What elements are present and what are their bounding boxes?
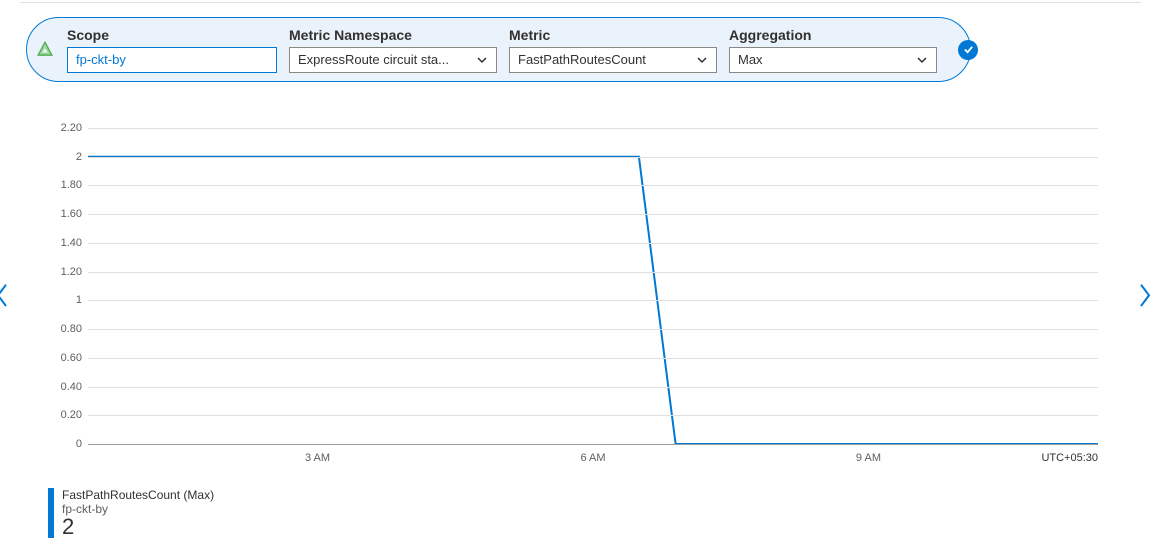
y-axis-tick: 0.80 bbox=[48, 323, 82, 335]
gridline bbox=[88, 387, 1098, 388]
scope-value: fp-ckt-by bbox=[76, 52, 126, 67]
top-divider bbox=[20, 2, 1141, 3]
prev-time-range-button[interactable] bbox=[0, 282, 10, 306]
next-time-range-button[interactable] bbox=[1137, 282, 1153, 306]
y-axis-tick: 1.60 bbox=[48, 208, 82, 220]
timezone-label: UTC+05:30 bbox=[1041, 452, 1098, 464]
chart-series-svg bbox=[88, 128, 1098, 444]
aggregation-value: Max bbox=[738, 52, 763, 67]
metric-chart: UTC+05:30 0 0.20 0.40 0.60 0.80 1 1.20 1.40 1.60… bbox=[48, 128, 1098, 464]
y-axis-tick: 0.40 bbox=[48, 381, 82, 393]
gridline bbox=[88, 157, 1098, 158]
plot-area bbox=[88, 128, 1098, 444]
namespace-select[interactable]: ExpressRoute circuit sta... bbox=[289, 47, 497, 73]
chevron-down-icon bbox=[696, 54, 708, 66]
apply-check-icon[interactable] bbox=[958, 40, 978, 60]
gridline bbox=[88, 300, 1098, 301]
gridline bbox=[88, 243, 1098, 244]
metric-label: Metric bbox=[509, 27, 717, 43]
metric-selector-panel: Scope fp-ckt-by Metric Namespace Express… bbox=[26, 17, 971, 82]
gridline bbox=[88, 444, 1098, 445]
gridline bbox=[88, 214, 1098, 215]
y-axis-tick: 0.20 bbox=[48, 409, 82, 421]
metric-value: FastPathRoutesCount bbox=[518, 52, 646, 67]
namespace-value: ExpressRoute circuit sta... bbox=[298, 52, 449, 67]
gridline bbox=[88, 415, 1098, 416]
y-axis-tick: 2 bbox=[48, 151, 82, 163]
scope-label: Scope bbox=[67, 27, 277, 43]
legend-resource-name: fp-ckt-by bbox=[62, 502, 214, 516]
namespace-label: Metric Namespace bbox=[289, 27, 497, 43]
metric-select[interactable]: FastPathRoutesCount bbox=[509, 47, 717, 73]
scope-select[interactable]: fp-ckt-by bbox=[67, 47, 277, 73]
y-axis-tick: 2.20 bbox=[48, 122, 82, 134]
chevron-down-icon bbox=[476, 54, 488, 66]
gridline bbox=[88, 272, 1098, 273]
scope-resource-icon bbox=[35, 40, 55, 60]
y-axis-tick: 1 bbox=[48, 294, 82, 306]
gridline bbox=[88, 185, 1098, 186]
y-axis-tick: 1.40 bbox=[48, 237, 82, 249]
gridline bbox=[88, 358, 1098, 359]
chevron-down-icon bbox=[916, 54, 928, 66]
y-axis-tick: 0.60 bbox=[48, 352, 82, 364]
chart-legend[interactable]: FastPathRoutesCount (Max) fp-ckt-by 2 bbox=[48, 488, 214, 538]
y-axis-tick: 1.80 bbox=[48, 179, 82, 191]
x-axis-tick: 6 AM bbox=[580, 452, 605, 464]
legend-series-name: FastPathRoutesCount (Max) bbox=[62, 488, 214, 502]
legend-current-value: 2 bbox=[62, 516, 214, 538]
x-axis-tick: 9 AM bbox=[856, 452, 881, 464]
y-axis-tick: 0 bbox=[48, 438, 82, 450]
legend-color-swatch bbox=[48, 488, 54, 538]
aggregation-label: Aggregation bbox=[729, 27, 937, 43]
aggregation-select[interactable]: Max bbox=[729, 47, 937, 73]
gridline bbox=[88, 329, 1098, 330]
y-axis-tick: 1.20 bbox=[48, 266, 82, 278]
x-axis-tick: 3 AM bbox=[305, 452, 330, 464]
gridline bbox=[88, 128, 1098, 129]
